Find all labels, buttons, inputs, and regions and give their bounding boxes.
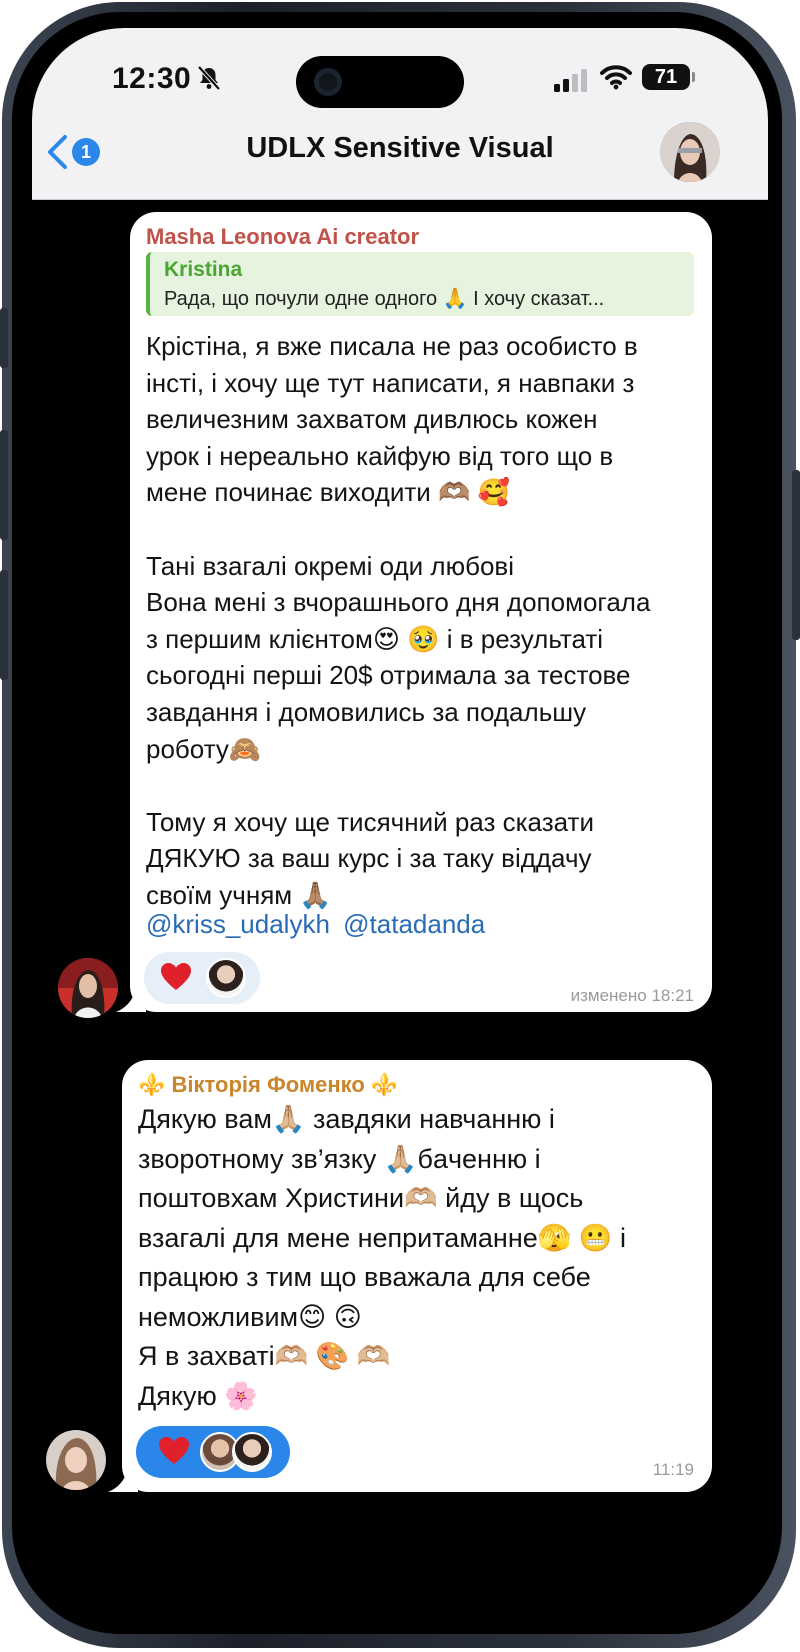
reaction-pill[interactable] <box>136 1426 290 1478</box>
mention-link[interactable]: @tatadanda <box>343 909 485 939</box>
message-sender[interactable]: Masha Leonova Ai creator <box>146 224 419 250</box>
message-timestamp: изменено 18:21 <box>570 986 694 1005</box>
reactor-avatar <box>206 958 246 998</box>
chat-title[interactable]: UDLX Sensitive Visual <box>32 132 768 165</box>
mention-link[interactable]: @kriss_udalykh <box>146 909 330 939</box>
bubble-tail <box>116 986 146 1012</box>
message-text: Дякую вам🙏🏼 завдяки навчанню і зворотном… <box>138 1104 626 1411</box>
avatar-portrait-icon <box>58 958 118 1018</box>
sender-avatar[interactable] <box>46 1430 106 1490</box>
status-time: 12:30 <box>112 62 192 95</box>
bell-off-icon <box>197 65 221 91</box>
power-button <box>792 470 800 640</box>
volume-up-button <box>0 430 8 540</box>
message-bubble[interactable]: ⚜️ Вікторія Фоменко ⚜️ Дякую вам🙏🏼 завдя… <box>122 1060 712 1492</box>
silent-switch <box>0 308 8 368</box>
reply-quote[interactable]: Kristina Рада, що почули одне одного 🙏 І… <box>146 252 694 316</box>
sender-avatar[interactable] <box>58 958 118 1018</box>
avatar-portrait-icon <box>46 1430 106 1490</box>
message-sender[interactable]: ⚜️ Вікторія Фоменко ⚜️ <box>138 1072 398 1098</box>
message-timestamp: 11:19 <box>652 1460 694 1479</box>
reply-text: Рада, що почули одне одного 🙏 І хочу ска… <box>164 288 605 310</box>
dynamic-island <box>296 56 464 108</box>
battery-indicator: 71 <box>642 64 695 90</box>
volume-down-button <box>0 570 8 680</box>
heart-icon <box>161 963 191 990</box>
camera-icon <box>314 68 342 96</box>
mentions: @kriss_udalykh @tatadanda <box>146 906 485 942</box>
message-text: Крістіна, я вже писала не раз особисто в… <box>146 331 651 910</box>
message-bubble[interactable]: Masha Leonova Ai creator Kristina Рада, … <box>130 212 712 1012</box>
bubble-tail <box>108 1466 138 1492</box>
avatar-portrait-icon <box>660 122 720 182</box>
wifi-icon <box>600 65 632 90</box>
heart-icon <box>159 1437 189 1464</box>
cellular-signal-icon <box>554 69 587 92</box>
reactor-avatar <box>232 1432 272 1472</box>
chat-avatar[interactable] <box>660 122 720 182</box>
reply-author: Kristina <box>164 258 243 281</box>
navigation-header: 12:30 71 1 UDLX Sensitive Visual <box>32 28 768 200</box>
reaction-pill[interactable] <box>144 952 260 1004</box>
phone-screen: 12:30 71 1 UDLX Sensitive Visual Masha L… <box>32 28 768 1624</box>
